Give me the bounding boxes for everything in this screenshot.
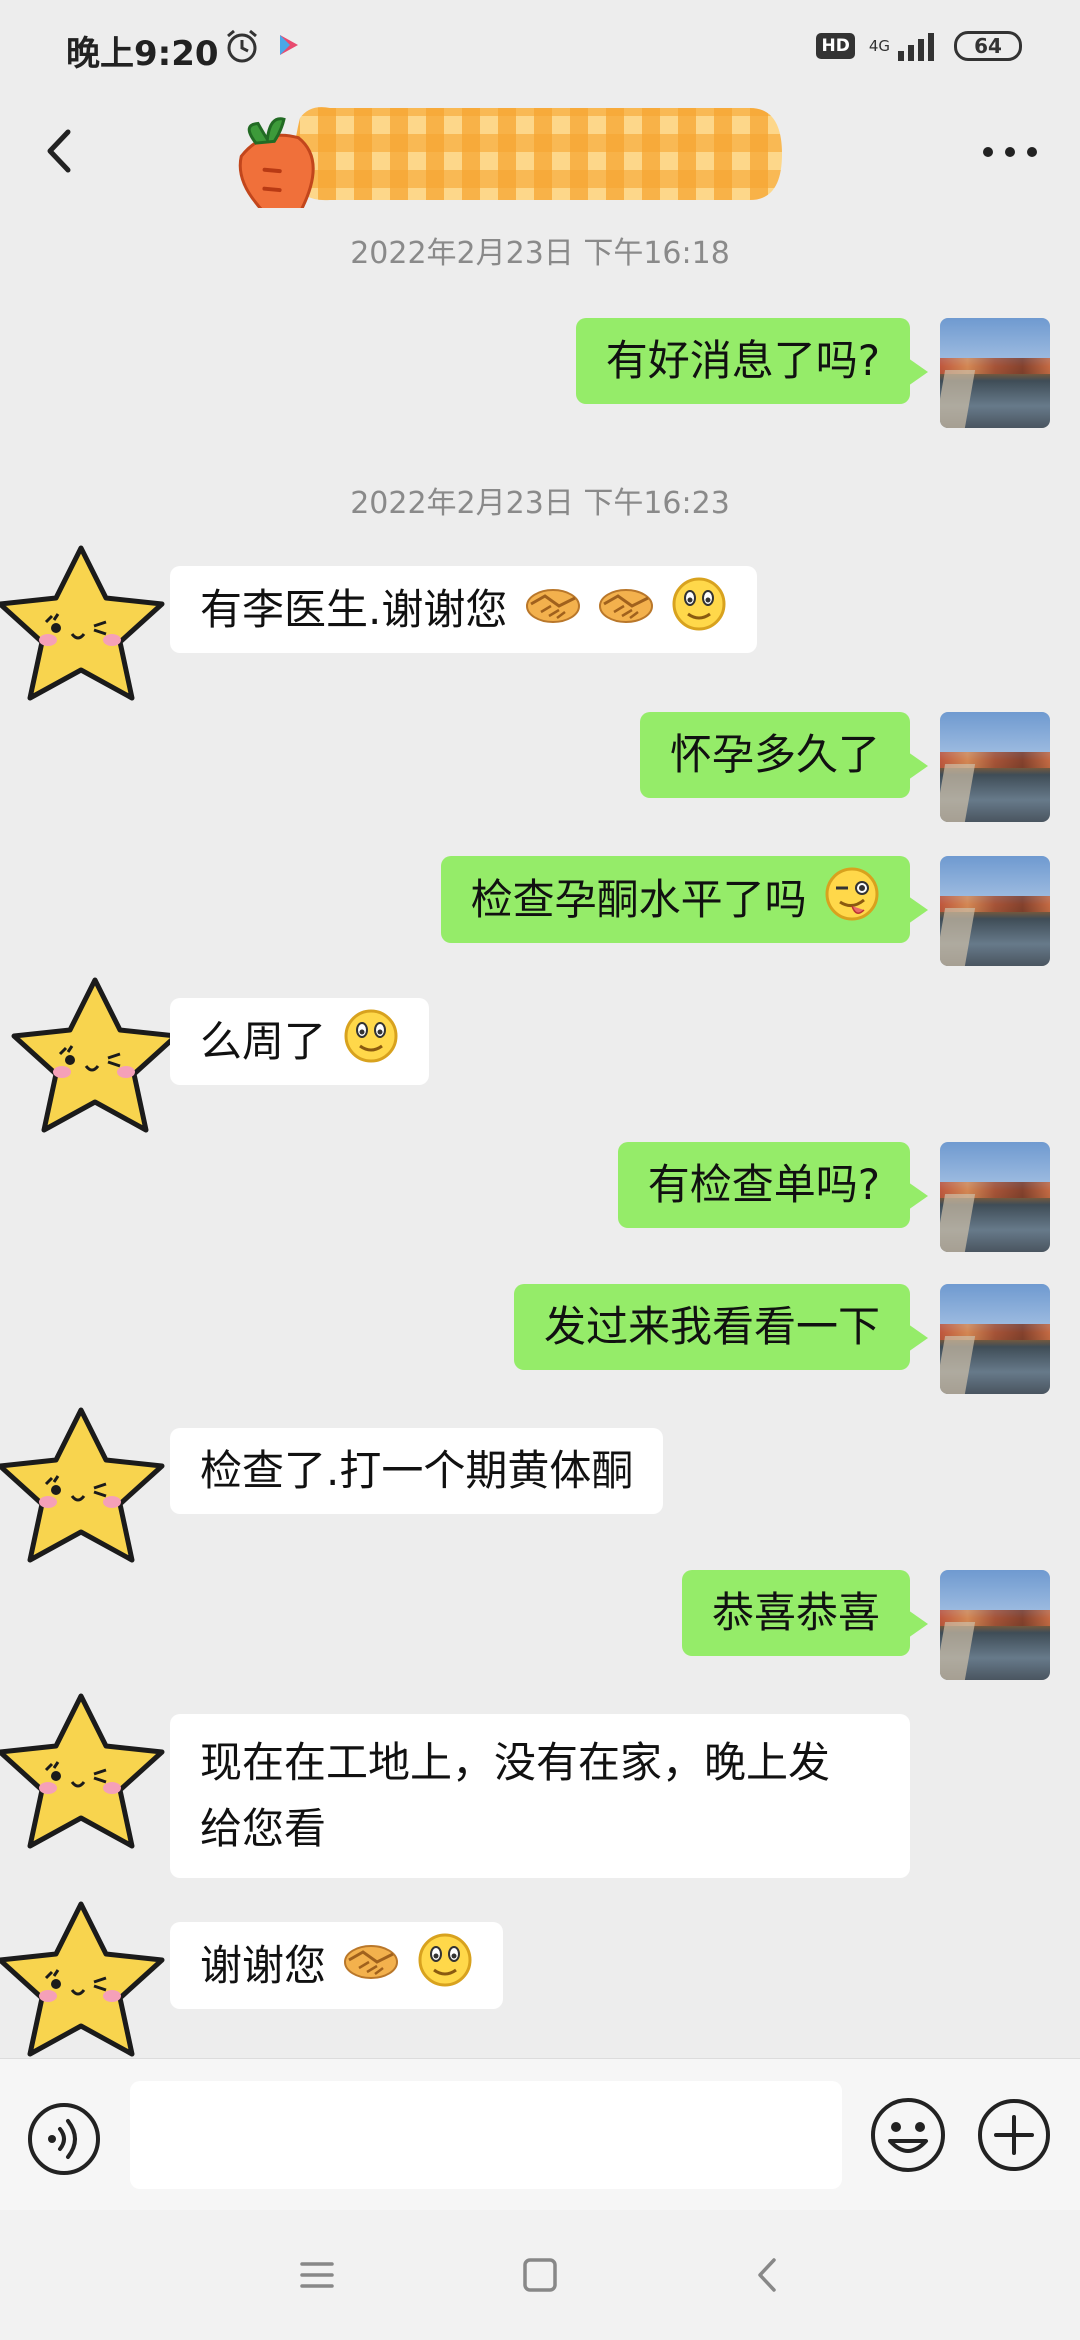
- incoming-bubble[interactable]: 检查了.打一个期黄体酮: [170, 1428, 664, 1514]
- back-nav-icon[interactable]: [742, 2250, 792, 2300]
- timestamp: 2022年2月23日 下午16:23: [350, 486, 730, 521]
- incoming-bubble[interactable]: 现在在工地上，没有在家，晚上发 给您看: [170, 1714, 910, 1878]
- wink-tongue-emoji-icon: [825, 867, 879, 921]
- outgoing-bubble[interactable]: 恭喜恭喜: [681, 1570, 929, 1656]
- timestamp: 2022年2月23日 下午16:18: [350, 236, 730, 271]
- star-avatar[interactable]: [0, 968, 190, 1158]
- message-text: 有李医生.谢谢您: [200, 585, 508, 634]
- smile-emoji-icon: [344, 1009, 398, 1063]
- home-icon[interactable]: [515, 2250, 565, 2300]
- outgoing-bubble[interactable]: 怀孕多久了: [639, 712, 929, 798]
- message-list[interactable]: 2022年2月23日 下午16:18 有好消息了吗? 2022年2月23日 下午…: [0, 206, 1080, 2058]
- network-label: 4G: [868, 37, 890, 55]
- message-text: 检查了.打一个期黄体酮: [200, 1446, 634, 1495]
- battery-indicator: 64: [954, 31, 1022, 61]
- menu-icon[interactable]: [292, 2250, 342, 2300]
- signal-icon: [898, 33, 934, 61]
- self-avatar[interactable]: [940, 1142, 1050, 1252]
- incoming-bubble[interactable]: 有李医生.谢谢您: [170, 566, 758, 653]
- message-text: 谢谢您: [200, 1941, 327, 1990]
- outgoing-bubble[interactable]: 检查孕酮水平了吗: [440, 856, 929, 943]
- self-avatar[interactable]: [940, 318, 1050, 428]
- self-avatar[interactable]: [940, 1284, 1050, 1394]
- emoji-icon[interactable]: [868, 2095, 948, 2175]
- handshake-emoji-icon: [525, 588, 581, 624]
- star-avatar[interactable]: [0, 1398, 176, 1588]
- incoming-bubble[interactable]: 么周了: [170, 998, 430, 1085]
- self-avatar[interactable]: [940, 712, 1050, 822]
- smile-emoji-icon: [672, 577, 726, 631]
- self-avatar[interactable]: [940, 856, 1050, 966]
- handshake-emoji-icon: [598, 588, 654, 624]
- input-bar: [0, 2058, 1080, 2210]
- self-avatar[interactable]: [940, 1570, 1050, 1680]
- incoming-bubble[interactable]: 谢谢您: [170, 1922, 503, 2009]
- battery-level: 64: [974, 34, 1002, 58]
- contact-name-sticker[interactable]: [210, 98, 790, 208]
- message-text: 怀孕多久了: [669, 730, 880, 779]
- status-bar: 晚上9:20 HD 4G 64: [0, 0, 1080, 96]
- message-text: 发过来我看看一下: [543, 1302, 880, 1351]
- voice-icon[interactable]: [26, 2101, 102, 2177]
- status-indicators: HD 4G 64: [816, 26, 1022, 66]
- outgoing-bubble[interactable]: 有好消息了吗?: [575, 318, 929, 404]
- plus-icon[interactable]: [976, 2097, 1052, 2173]
- system-navigation-bar: [0, 2210, 1080, 2340]
- hd-badge: HD: [816, 33, 855, 59]
- message-text: 有检查单吗?: [647, 1160, 880, 1209]
- star-avatar[interactable]: [0, 536, 176, 726]
- message-text: 检查孕酮水平了吗: [470, 875, 807, 924]
- star-avatar[interactable]: [0, 1892, 176, 2082]
- outgoing-bubble[interactable]: 发过来我看看一下: [513, 1284, 929, 1370]
- star-avatar[interactable]: [0, 1684, 176, 1874]
- more-dots-icon[interactable]: [970, 116, 1050, 186]
- alarm-icon: [227, 29, 257, 63]
- outgoing-bubble[interactable]: 有检查单吗?: [617, 1142, 929, 1228]
- chat-header: [0, 96, 1080, 208]
- message-text: 恭喜恭喜: [711, 1588, 880, 1637]
- message-input[interactable]: [130, 2081, 842, 2189]
- message-text-line: 现在在工地上，没有在家，晚上发: [200, 1738, 831, 1787]
- chat-screen: 晚上9:20 HD 4G 64 2022年2月23日 下午16:18 有好消息了…: [0, 0, 1080, 2340]
- message-text-line: 给您看: [200, 1804, 327, 1853]
- message-text: 么周了: [200, 1017, 327, 1066]
- handshake-emoji-icon: [343, 1944, 399, 1980]
- back-icon[interactable]: [30, 116, 90, 186]
- message-text: 有好消息了吗?: [605, 336, 880, 385]
- status-time: 晚上9:20: [66, 34, 219, 74]
- smile-emoji-icon: [418, 1933, 472, 1987]
- play-store-icon: [280, 35, 298, 55]
